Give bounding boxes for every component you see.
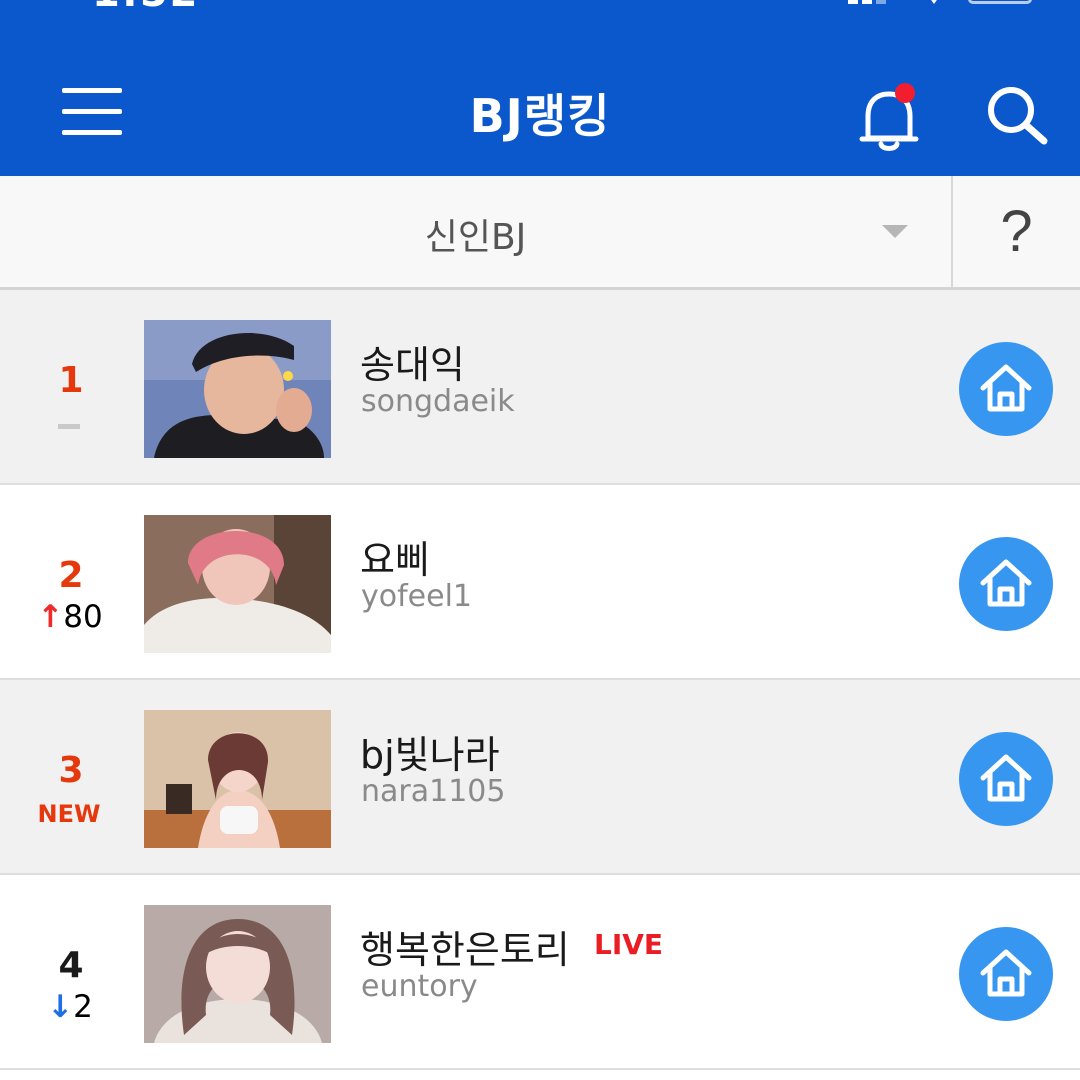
home-icon xyxy=(980,949,1032,997)
home-icon xyxy=(980,754,1032,802)
rank-unchanged-icon xyxy=(58,424,80,429)
bj-home-button[interactable] xyxy=(959,927,1053,1021)
ranking-row[interactable]: 4 ↓2 행복한은토리 LIVE euntory xyxy=(0,875,1080,1070)
live-badge: LIVE xyxy=(594,928,664,961)
bj-name[interactable]: 요삐 xyxy=(360,529,430,584)
rank-number: 4 xyxy=(58,945,84,986)
rank-change: ↓2 xyxy=(20,989,120,1025)
bj-thumbnail[interactable] xyxy=(144,905,331,1043)
battery-icon xyxy=(968,0,1032,4)
help-button[interactable]: ? xyxy=(953,176,1080,287)
bj-home-button[interactable] xyxy=(959,342,1053,436)
page-title: BJ랭킹 xyxy=(469,89,611,143)
rank-number: 3 xyxy=(58,750,84,791)
hamburger-menu-icon[interactable] xyxy=(62,85,122,137)
home-icon xyxy=(980,559,1032,607)
bj-home-button[interactable] xyxy=(959,537,1053,631)
bj-id: euntory xyxy=(361,969,478,1004)
ranking-list: 1 송대익 songdaeik 2 ↑80 요삐 yofeel1 3 NEW b… xyxy=(0,290,1080,1070)
rank-number: 1 xyxy=(58,360,84,401)
filter-bar: 신인BJ ? xyxy=(0,176,1080,290)
bj-id: songdaeik xyxy=(361,384,515,419)
ranking-row[interactable]: 3 NEW bj빛나라 nara1105 xyxy=(0,680,1080,875)
help-icon: ? xyxy=(1000,199,1033,264)
category-dropdown[interactable]: 신인BJ xyxy=(0,176,951,287)
ranking-row[interactable]: 1 송대익 songdaeik xyxy=(0,290,1080,485)
search-button[interactable] xyxy=(984,82,1050,146)
bj-id: yofeel1 xyxy=(361,579,473,614)
notification-dot xyxy=(895,83,915,103)
rank-new-badge: NEW xyxy=(37,800,101,828)
bj-name[interactable]: bj빛나라 xyxy=(360,724,500,779)
rank-change: ↑80 xyxy=(20,599,120,635)
bj-thumbnail[interactable] xyxy=(144,320,331,458)
arrow-down-icon: ↓ xyxy=(47,989,74,1025)
bj-home-button[interactable] xyxy=(959,732,1053,826)
bj-name[interactable]: 행복한은토리 xyxy=(360,919,570,974)
bj-thumbnail[interactable] xyxy=(144,515,331,653)
search-icon xyxy=(988,87,1048,145)
notifications-button[interactable] xyxy=(854,82,924,154)
ranking-row[interactable]: 2 ↑80 요삐 yofeel1 xyxy=(0,485,1080,680)
rank-change-value: 80 xyxy=(63,599,103,635)
signal-icon xyxy=(848,0,892,4)
bj-id: nara1105 xyxy=(361,774,506,809)
home-icon xyxy=(980,364,1032,412)
wifi-icon xyxy=(924,0,944,4)
bj-name[interactable]: 송대익 xyxy=(360,334,465,389)
category-selected-label: 신인BJ xyxy=(424,217,527,258)
rank-number: 2 xyxy=(58,555,84,596)
app-header: 1:52 BJ랭킹 xyxy=(0,0,1080,176)
bj-thumbnail[interactable] xyxy=(144,710,331,848)
dropdown-arrow-icon xyxy=(882,225,908,238)
status-time: 1:52 xyxy=(92,0,200,16)
rank-change-value: 2 xyxy=(73,989,93,1025)
arrow-up-icon: ↑ xyxy=(37,599,64,635)
